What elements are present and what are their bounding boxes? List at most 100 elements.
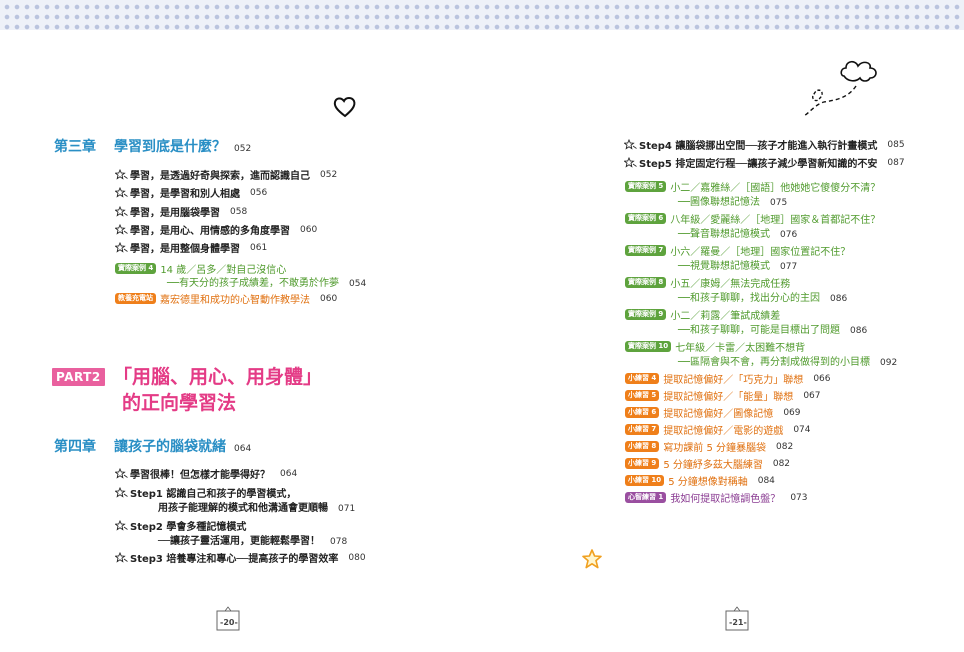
toc-entry-continuation: 用孩子能理解的模式和他溝通會更順暢 071 [158, 499, 355, 514]
case-tag: 實際案例 7 [625, 245, 667, 256]
toc-entry: Step3 培養專注和專心──提高孩子的學習效率 080 [115, 550, 366, 565]
page-ref: 085 [887, 139, 905, 150]
star-bullet-icon [115, 224, 128, 235]
page-ref: 060 [320, 293, 338, 304]
page-ref: 069 [783, 407, 801, 418]
star-bullet-icon [115, 206, 128, 217]
star-bullet-icon [115, 187, 128, 198]
entry-text: 學習，是用心、用情感的多角度學習 [130, 226, 290, 237]
entry-text: 學習，是用整個身體學習 [130, 244, 240, 255]
case-tag: 實際案例 5 [625, 181, 667, 192]
exercise-text: 5 分鐘紓多茲大腦練習 [663, 460, 763, 471]
case-tag: 實際案例 4 [115, 263, 157, 274]
page-ref: 060 [300, 224, 318, 235]
part-title-line1: 「用腦、用心、用身體」 [113, 366, 323, 388]
case-sub-text: ──有天分的孩子成績差，不敢勇於作夢 [167, 278, 340, 289]
star-bullet-icon [624, 157, 637, 168]
page-ref: 076 [780, 230, 798, 240]
exercise-tag: 小練習 7 [625, 424, 660, 435]
page-ref: 084 [757, 475, 775, 486]
case-subtitle: ──視覺聯想記憶模式 077 [678, 257, 797, 272]
exercise-tag: 小練習 10 [625, 475, 665, 486]
case-entry: 實際案例 5 小二／嘉雅絲／［國語］他她她它傻傻分不清？ [625, 179, 880, 194]
page-ref: 080 [348, 552, 366, 563]
exercise-entry: 小練習 4 提取記憶偏好／「巧克力」聯想 066 [625, 371, 831, 386]
exercise-text: 5 分鐘想像對稱軸 [668, 477, 748, 488]
exercise-entry: 小練習 6 提取記憶偏好／圖像記憶 069 [625, 405, 801, 420]
case-entry: 實際案例 6 八年級／愛麗絲／［地理］國家＆首都記不住？ [625, 211, 880, 226]
star-bullet-icon [115, 487, 128, 498]
page-ref: 052 [234, 144, 252, 154]
case-entry: 實際案例 7 小六／羅曼／［地理］國家位置記不住？ [625, 243, 850, 258]
page-ref: 073 [790, 492, 808, 503]
entry-text: Step2 學會多種記憶模式 [130, 522, 247, 533]
page-ref: 082 [772, 458, 791, 469]
case-subtitle: ──圖像聯想記憶法 075 [678, 193, 787, 208]
chapter-title: 學習到底是什麼？ [114, 139, 226, 155]
case-title: 小五／康姆／無法完成任務 [670, 279, 791, 290]
chapter-4-heading: 第四章 讓孩子的腦袋就緒 064 [54, 436, 251, 456]
parent-tag: 教養充電站 [115, 293, 156, 304]
case-entry: 實際案例 8 小五／康姆／無法完成任務 [625, 275, 790, 290]
page-ref: 067 [803, 390, 821, 401]
exercise-entry: 小練習 7 提取記憶偏好／電影的遊戲 074 [625, 422, 811, 437]
case-title: 八年級／愛麗絲／［地理］國家＆首都記不住？ [670, 215, 881, 226]
heart-icon [333, 97, 356, 118]
chapter-3-heading: 第三章 學習到底是什麼？ 052 [54, 136, 251, 156]
case-title: 小二／嘉雅絲／［國語］他她她它傻傻分不清？ [670, 183, 881, 194]
case-title: 小六／羅曼／［地理］國家位置記不住？ [670, 247, 851, 258]
case-sub-text: ──聲音聯想記憶模式 [678, 229, 771, 240]
page-ref: 077 [780, 262, 798, 272]
toc-entry: 學習，是用整個身體學習 061 [115, 240, 267, 255]
exercise-entry: 小練習 10 5 分鐘想像對稱軸 084 [625, 473, 775, 488]
exercise-text: 提取記憶偏好／「能量」聯想 [663, 392, 794, 403]
page-number-text: -21- [729, 618, 747, 627]
entry-text: Step5 排定固定行程──讓孩子減少學習新知識的不安 [639, 159, 878, 170]
exercise-entry: 小練習 5 提取記憶偏好／「能量」聯想 067 [625, 388, 821, 403]
parent-tip-entry: 教養充電站 嘉宏德里和成功的心智動作教學法 060 [115, 291, 337, 306]
part-badge: PART2 [52, 368, 105, 386]
exercise-text: 我如何提取記憶調色盤？ [670, 494, 781, 505]
star-bullet-icon [115, 468, 128, 479]
exercise-entry: 小練習 95 分鐘紓多茲大腦練習 082 [625, 456, 790, 471]
page-ref: 071 [338, 504, 356, 514]
page-ref: 074 [793, 424, 811, 435]
case-tag: 實際案例 10 [625, 341, 672, 352]
page-ref: 061 [250, 242, 268, 253]
case-sub-text: ──和孩子聊聊，可能是目標出了問題 [678, 325, 841, 336]
page-ref: 087 [887, 157, 905, 168]
case-tag: 實際案例 9 [625, 309, 667, 320]
toc-entry: Step4 讓腦袋挪出空間──孩子才能進入執行計畫模式 085 [624, 137, 905, 152]
page-ref: 092 [880, 358, 898, 368]
exercise-tag: 小練習 6 [625, 407, 660, 418]
case-subtitle: ──區隔會與不會，再分割成做得到的小目標 092 [678, 353, 897, 368]
toc-entry: Step2 學會多種記憶模式 [115, 518, 246, 533]
case-sub-text: ──區隔會與不會，再分割成做得到的小目標 [678, 357, 871, 368]
case-subtitle: ──聲音聯想記憶模式 076 [678, 225, 797, 240]
exercise-text: 提取記憶偏好／圖像記憶 [663, 409, 774, 420]
entry-text: 學習，是用腦袋學習 [130, 208, 220, 219]
exercise-entry: 小練習 8 寫功課前 5 分鐘暴腦袋 082 [625, 439, 793, 454]
exercise-text: 寫功課前 5 分鐘暴腦袋 [663, 443, 767, 454]
page-ref: 086 [850, 326, 868, 336]
case-tag: 實際案例 6 [625, 213, 667, 224]
toc-entry: Step1 認識自己和孩子的學習模式， [115, 485, 296, 500]
exercise-tag: 小練習 4 [625, 373, 660, 384]
page-ref: 066 [813, 373, 831, 384]
case-subtitle: ──有天分的孩子成績差，不敢勇於作夢 054 [167, 274, 366, 289]
chapter-title: 讓孩子的腦袋就緒 [114, 439, 226, 455]
page-ref: 054 [349, 279, 367, 289]
toc-entry-continuation: ──讓孩子靈活運用，更能輕鬆學習！ 078 [158, 532, 347, 547]
case-subtitle: ──和孩子聊聊，找出分心的主因 086 [678, 289, 847, 304]
star-bullet-icon [115, 520, 128, 531]
star-bullet-icon [115, 242, 128, 253]
star-bullet-icon [624, 139, 637, 150]
exercise-tag: 小練習 9 [625, 458, 660, 469]
case-title: 小二／莉露／筆試成績差 [670, 311, 781, 322]
entry-text: ──讓孩子靈活運用，更能輕鬆學習！ [158, 536, 321, 547]
entry-text: 學習很棒！但怎樣才能學得好？ [130, 470, 270, 481]
case-sub-text: ──圖像聯想記憶法 [678, 197, 761, 208]
star-bullet-icon [115, 169, 128, 180]
case-tag: 實際案例 8 [625, 277, 667, 288]
chapter-number: 第四章 [54, 439, 96, 455]
